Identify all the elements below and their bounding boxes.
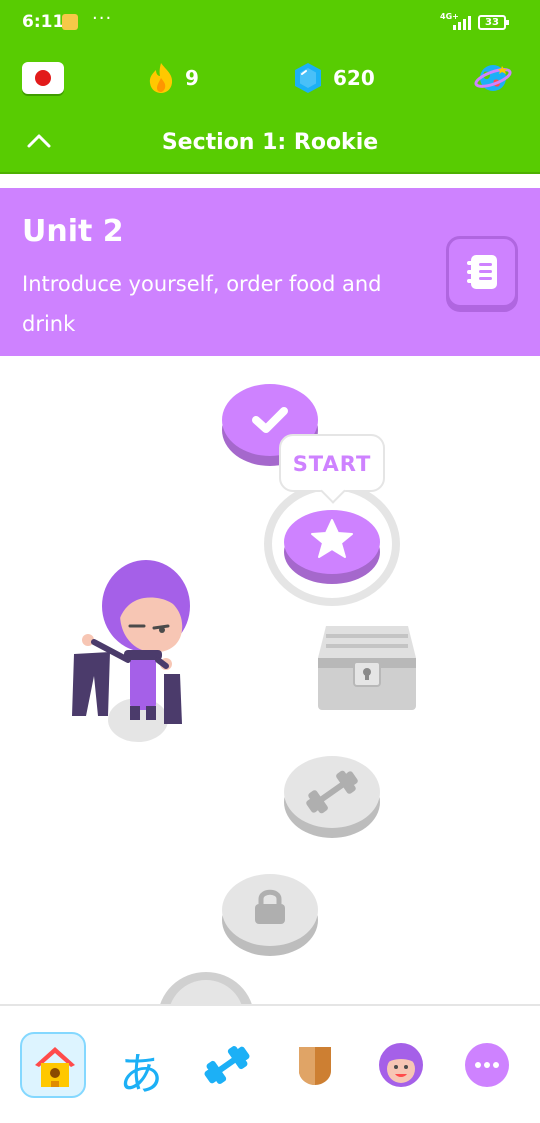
section-header[interactable]: Section 1: Rookie — [0, 110, 540, 174]
league-shield-icon — [299, 1047, 331, 1085]
signal-icon — [453, 14, 471, 30]
nav-characters[interactable]: あ — [108, 1032, 174, 1100]
lesson-node-practice-locked[interactable] — [282, 748, 382, 840]
home-icon — [35, 1047, 75, 1087]
hiragana-icon: あ — [119, 1049, 163, 1100]
section-title: Section 1: Rookie — [161, 130, 379, 155]
status-dots: ··· — [92, 8, 113, 29]
course-flag-icon[interactable] — [22, 62, 64, 94]
bottom-navigation: あ — [0, 1004, 540, 1123]
unit-banner: Unit 2 Introduce yourself, order food an… — [0, 188, 540, 356]
nav-profile[interactable] — [368, 1032, 434, 1098]
streak-flame-icon[interactable] — [148, 62, 174, 94]
status-bar: 6:11 ··· 4G+ 33 — [0, 0, 540, 46]
more-icon — [465, 1043, 509, 1087]
profile-avatar-icon — [379, 1043, 423, 1087]
nav-practice[interactable] — [194, 1032, 260, 1098]
lesson-node-locked-partial[interactable] — [156, 970, 256, 1004]
lesson-node-locked[interactable] — [220, 866, 320, 958]
locked-chest-node[interactable] — [312, 620, 422, 712]
battery-icon: 33 — [478, 15, 509, 30]
character-illustration — [72, 560, 190, 742]
streak-count[interactable]: 9 — [185, 66, 199, 90]
nav-more[interactable] — [454, 1032, 520, 1098]
gem-icon[interactable] — [294, 62, 322, 94]
start-tooltip[interactable]: START — [279, 434, 385, 492]
gems-count[interactable]: 620 — [333, 66, 375, 90]
notebook-icon — [467, 255, 497, 289]
guidebook-button[interactable] — [446, 236, 518, 308]
notification-app-icon — [62, 14, 78, 30]
status-time: 6:11 — [22, 12, 65, 32]
dumbbell-icon — [204, 1046, 250, 1084]
unit-title: Unit 2 — [22, 214, 124, 249]
unit-description: Introduce yourself, order food and drink — [22, 272, 382, 336]
nav-home[interactable] — [20, 1032, 86, 1098]
top-bar: 9 620 — [0, 46, 540, 110]
nav-leagues[interactable] — [282, 1032, 348, 1098]
super-globe-icon[interactable] — [474, 60, 512, 96]
